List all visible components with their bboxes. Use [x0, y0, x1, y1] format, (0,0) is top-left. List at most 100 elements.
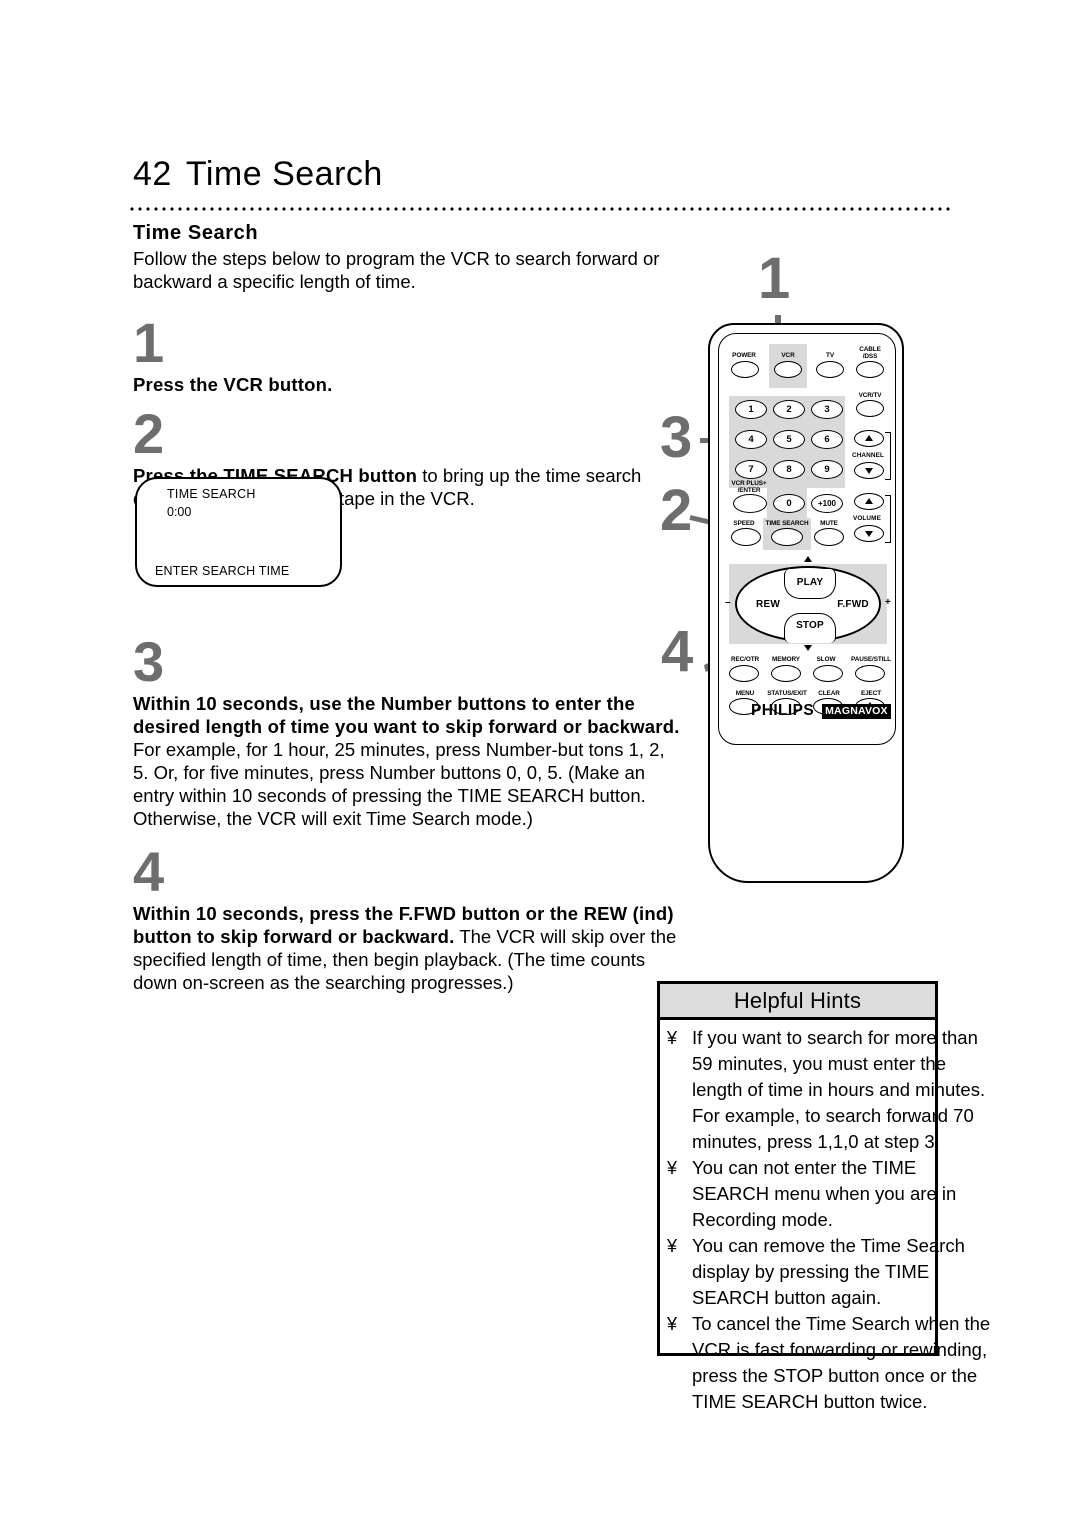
memory-button-label: MEMORY — [772, 656, 800, 663]
time-search-button-label: TIME SEARCH — [765, 520, 809, 527]
callout-number-4: 4 — [661, 619, 694, 684]
step-1-text: Press the VCR button. — [133, 373, 681, 396]
cable-dss-button[interactable] — [856, 361, 884, 378]
speed-button-label: SPEED — [733, 520, 755, 527]
channel-down-arrow-icon — [865, 468, 873, 474]
time-search-osd-display: TIME SEARCH 0:00 ENTER SEARCH TIME — [135, 477, 342, 587]
step-1: 1 Press the VCR button. — [133, 311, 681, 396]
helpful-hints-header: Helpful Hints — [660, 984, 935, 1020]
speed-button[interactable] — [731, 528, 761, 546]
menu-button-label: MENU — [735, 690, 755, 697]
ring-down-arrow-icon — [804, 645, 812, 651]
slow-button[interactable] — [813, 665, 843, 682]
number-button-6-label: 6 — [824, 434, 830, 445]
volume-bracket — [885, 495, 891, 543]
mute-button-label: MUTE — [820, 520, 838, 527]
callout-number-2: 2 — [660, 478, 693, 543]
number-button-2-label: 2 — [786, 404, 792, 415]
stop-button-label: STOP — [796, 620, 824, 631]
callout-number-3: 3 — [660, 405, 693, 470]
step-4: 4 Within 10 seconds, press the F.FWD but… — [133, 840, 681, 994]
plus-100-button-label: +100 — [817, 499, 837, 508]
hint-item: ¥ You can not enter the TIME SEARCH menu… — [660, 1155, 957, 1233]
status-exit-button-label: STATUS/EXIT — [767, 690, 807, 697]
rec-otr-button-label: REC/OTR — [730, 656, 760, 663]
tv-button[interactable] — [816, 361, 844, 378]
step-3-rest: For example, for 1 hour, 25 minutes, pre… — [133, 739, 665, 829]
plus-sign-label: + — [885, 597, 891, 608]
step-1-number: 1 — [133, 311, 164, 374]
section-heading: Time Search — [133, 222, 259, 244]
remote-keypad-panel: POWER VCR TV CABLE /DSS 1 2 3 4 5 6 7 8 … — [718, 333, 896, 745]
step-3: 3 Within 10 seconds, use the Number butt… — [133, 634, 681, 830]
step-4-text: Within 10 seconds, press the F.FWD butto… — [133, 902, 681, 994]
number-button-8-label: 8 — [786, 464, 792, 475]
step-2-number: 2 — [133, 402, 164, 465]
hint-bullet-icon: ¥ — [667, 1158, 678, 1178]
hint-text: If you want to search for more than 59 m… — [692, 1027, 986, 1152]
helpful-hints-list: ¥ If you want to search for more than 59… — [660, 1020, 991, 1415]
channel-group-label: CHANNEL — [852, 452, 884, 459]
number-button-7-label: 7 — [748, 464, 754, 475]
section-intro: Follow the steps below to program the VC… — [133, 248, 660, 292]
vcr-plus-enter-button[interactable] — [733, 494, 767, 513]
ring-up-arrow-icon — [804, 556, 812, 562]
number-button-4-label: 4 — [748, 434, 754, 445]
number-button-9-label: 9 — [824, 464, 830, 475]
osd-title: TIME SEARCH — [167, 487, 256, 501]
number-button-5-label: 5 — [786, 434, 792, 445]
step-3-text: Within 10 seconds, use the Number button… — [133, 692, 681, 830]
vcr-tv-button-label: VCR/TV — [858, 392, 882, 399]
volume-down-arrow-icon — [865, 531, 873, 537]
step-4-number: 4 — [133, 840, 164, 903]
hint-text: You can not enter the TIME SEARCH menu w… — [692, 1157, 957, 1230]
hint-item: ¥ You can remove the Time Search display… — [660, 1233, 965, 1311]
power-button[interactable] — [731, 361, 759, 378]
volume-group-label: VOLUME — [853, 515, 881, 522]
channel-bracket — [885, 432, 891, 480]
hint-bullet-icon: ¥ — [667, 1314, 678, 1334]
pause-still-button[interactable] — [855, 665, 885, 682]
cable-dss-button-label: CABLE /DSS — [859, 346, 881, 360]
rew-button-label: REW — [756, 599, 780, 610]
rec-otr-button[interactable] — [729, 665, 759, 682]
step-3-bold: Within 10 seconds, use the Number button… — [133, 693, 680, 737]
osd-footer-prompt: ENTER SEARCH TIME — [155, 564, 290, 578]
vcr-button[interactable] — [774, 361, 802, 378]
eject-button-label: EJECT — [860, 690, 882, 697]
tv-button-label: TV — [826, 352, 834, 359]
memory-button[interactable] — [771, 665, 801, 682]
pause-still-button-label: PAUSE/STILL — [851, 656, 891, 663]
mute-button[interactable] — [814, 528, 844, 546]
brand-logo: PHILIPS MAGNAVOX — [751, 702, 891, 720]
vcr-tv-button[interactable] — [856, 400, 884, 417]
play-button-label: PLAY — [796, 577, 824, 588]
vcr-button-label: VCR — [781, 352, 795, 359]
hint-text: To cancel the Time Search when the VCR i… — [692, 1313, 991, 1412]
vcr-plus-enter-label: VCR PLUS+ /ENTER — [731, 480, 767, 494]
step-1-bold: Press the VCR button. — [133, 374, 333, 395]
power-button-label: POWER — [732, 352, 756, 359]
hint-item: ¥ To cancel the Time Search when the VCR… — [660, 1311, 991, 1415]
instructions-column: Time Search Follow the steps below to pr… — [133, 222, 681, 994]
page-number: 42 — [133, 155, 172, 193]
hint-item: ¥ If you want to search for more than 59… — [660, 1025, 986, 1155]
slow-button-label: SLOW — [816, 656, 836, 663]
title-dotted-rule — [128, 207, 950, 211]
time-search-button[interactable] — [771, 528, 803, 546]
ffwd-button-label: F.FWD — [837, 599, 869, 610]
clear-button-label: CLEAR — [818, 690, 840, 697]
hint-text: You can remove the Time Search display b… — [692, 1235, 965, 1308]
number-button-3-label: 3 — [824, 404, 830, 415]
number-button-0-label: 0 — [786, 498, 792, 509]
minus-sign-label: – — [725, 597, 731, 608]
channel-up-arrow-icon — [865, 435, 873, 441]
number-button-1-label: 1 — [748, 404, 754, 415]
hint-bullet-icon: ¥ — [667, 1028, 678, 1048]
page-title: 42 Time Search — [133, 155, 383, 194]
osd-time-value: 0:00 — [167, 505, 192, 519]
volume-up-arrow-icon — [865, 498, 873, 504]
callout-number-1: 1 — [758, 246, 791, 311]
hint-bullet-icon: ¥ — [667, 1236, 678, 1256]
transport-ring[interactable]: PLAY STOP REW F.FWD — [735, 566, 881, 643]
